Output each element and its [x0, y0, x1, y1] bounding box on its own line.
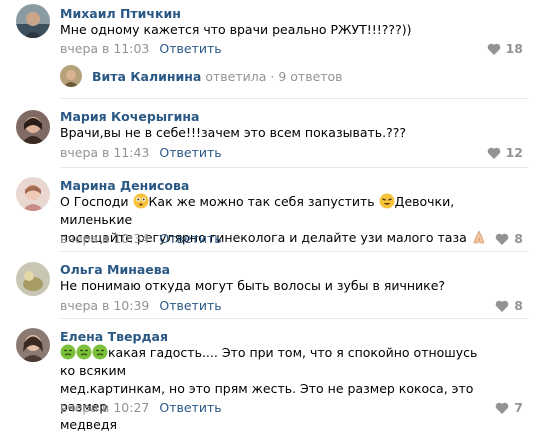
reply-button[interactable]: Ответить: [159, 145, 221, 160]
praying-hands-icon: [473, 230, 485, 244]
like-button[interactable]: 12: [487, 145, 523, 160]
comment-time[interactable]: вчера в 11:03: [60, 41, 149, 56]
comment-3: Марина Денисова О Господи Как же можно т…: [0, 167, 543, 252]
heart-icon: [495, 300, 509, 312]
comment-text-part: какая гадость.... Это при том, что я спо…: [60, 345, 478, 378]
thread-author[interactable]: Вита Калинина: [92, 69, 201, 84]
reply-button[interactable]: Ответить: [159, 298, 221, 313]
nauseated-face-icon: [92, 344, 108, 360]
comment-time[interactable]: вчера в 10:27: [60, 400, 149, 415]
comment-1: Михаил Птичкин Мне одному кажется что вр…: [0, 0, 543, 100]
thread-action: ответила: [205, 69, 267, 84]
comment-time[interactable]: вчера в 10:39: [60, 298, 149, 313]
heart-icon: [487, 147, 500, 159]
weary-emoji-icon: [379, 193, 395, 209]
comment-text-part: медведя: [60, 417, 117, 432]
avatar[interactable]: [16, 4, 50, 38]
comment-meta: вчера в 11:03 Ответить: [60, 41, 222, 56]
comment-author[interactable]: Ольга Минаева: [60, 262, 170, 277]
comment-meta: вчера в 10:39 Ответить: [60, 298, 222, 313]
comment-text: Мне одному кажется что врачи реально РЖУ…: [60, 22, 412, 37]
comment-time[interactable]: вчера в 11:43: [60, 145, 149, 160]
comment-text: Врачи,вы не в себе!!!зачем это всем пока…: [60, 125, 407, 140]
nauseated-face-icon: [60, 344, 76, 360]
comment-meta: вчера в 10:34 Ответить: [60, 231, 222, 246]
comment-time[interactable]: вчера в 10:34: [60, 231, 149, 246]
reply-button[interactable]: Ответить: [159, 400, 221, 415]
comment-meta: вчера в 11:43 Ответить: [60, 145, 222, 160]
like-count: 12: [505, 145, 523, 160]
avatar[interactable]: [16, 328, 50, 362]
reply-button[interactable]: Ответить: [159, 231, 221, 246]
like-count: 8: [514, 298, 523, 313]
like-button[interactable]: 8: [495, 231, 523, 246]
comment-author[interactable]: Мария Кочерыгина: [60, 109, 199, 124]
like-count: 8: [514, 231, 523, 246]
flushed-emoji-icon: [133, 193, 149, 209]
reply-button[interactable]: Ответить: [159, 41, 221, 56]
avatar[interactable]: [16, 177, 50, 211]
comment-4: Ольга Минаева Не понимаю откуда могут бы…: [0, 251, 543, 319]
comment-text-part: Как же можно так себя запустить: [148, 194, 375, 209]
thread-count[interactable]: 9 ответов: [278, 69, 342, 84]
heart-icon: [495, 233, 509, 245]
comment-5: Елена Твердая какая гадость.... Это при …: [0, 318, 543, 432]
avatar[interactable]: [16, 110, 50, 144]
avatar[interactable]: [16, 262, 50, 296]
like-count: 7: [514, 400, 523, 415]
nauseated-face-icon: [76, 344, 92, 360]
comment-text-part: О Господи: [60, 194, 129, 209]
comment-text: Не понимаю откуда могут быть волосы и зу…: [60, 278, 446, 293]
avatar: [60, 65, 82, 87]
like-button[interactable]: 8: [495, 298, 523, 313]
comment-meta: вчера в 10:27 Ответить: [60, 400, 222, 415]
comment-2: Мария Кочерыгина Врачи,вы не в себе!!!за…: [0, 98, 543, 168]
like-count: 18: [505, 41, 523, 56]
heart-icon: [495, 402, 509, 414]
reply-thread[interactable]: Вита Калинина ответила · 9 ответов: [60, 65, 343, 87]
comment-author[interactable]: Михаил Птичкин: [60, 6, 181, 21]
comment-text: какая гадость.... Это при том, что я спо…: [60, 344, 490, 434]
separator: ·: [270, 69, 275, 84]
like-button[interactable]: 7: [495, 400, 523, 415]
like-button[interactable]: 18: [487, 41, 523, 56]
comment-author[interactable]: Марина Денисова: [60, 178, 189, 193]
heart-icon: [487, 43, 500, 55]
comment-author[interactable]: Елена Твердая: [60, 329, 168, 344]
